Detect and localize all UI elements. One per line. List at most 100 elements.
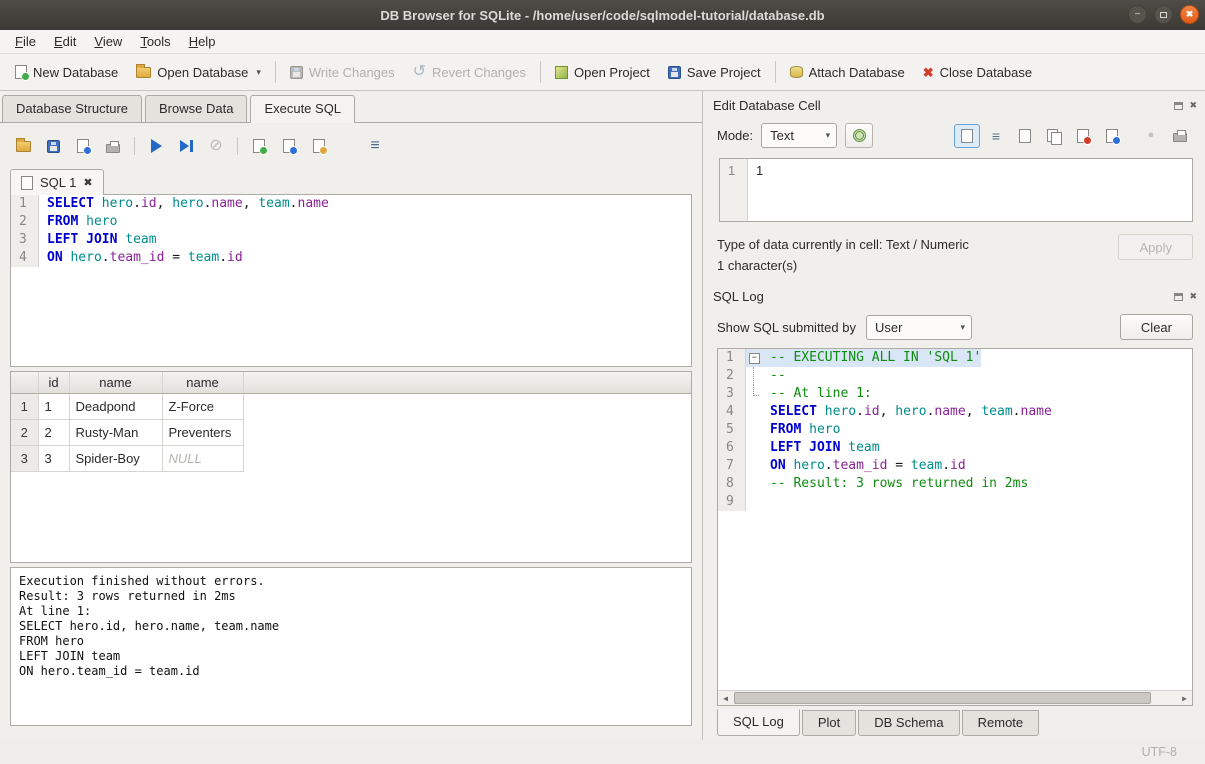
table-cell[interactable]: 1 bbox=[38, 393, 69, 419]
float-panel-icon[interactable] bbox=[1174, 102, 1183, 110]
auto-mode-button[interactable] bbox=[845, 123, 873, 148]
table-cell[interactable]: 2 bbox=[38, 419, 69, 445]
cell-mode-row: Mode: Text ▾ ≡ ● bbox=[703, 117, 1205, 154]
text-mode-button[interactable] bbox=[954, 124, 980, 148]
format-sql-button[interactable]: ≡ bbox=[362, 134, 388, 158]
menu-item-help[interactable]: Help bbox=[180, 31, 225, 52]
find-replace-button[interactable] bbox=[306, 134, 332, 158]
export-cell-button[interactable] bbox=[1070, 124, 1096, 148]
close-panel-icon[interactable]: ✖ bbox=[1189, 101, 1197, 110]
word-wrap-button[interactable]: ≡ bbox=[983, 124, 1009, 148]
edit-cell-dock-title: Edit Database Cell ✖ bbox=[703, 91, 1205, 117]
menu-item-view[interactable]: View bbox=[85, 31, 131, 52]
stop-button: ⊘ bbox=[203, 134, 229, 158]
scrollbar-thumb[interactable] bbox=[734, 692, 1151, 704]
menu-item-edit[interactable]: Edit bbox=[45, 31, 85, 52]
scroll-right-icon[interactable]: ▶ bbox=[1177, 691, 1192, 705]
scrollbar-track[interactable] bbox=[733, 691, 1177, 705]
table-cell[interactable]: NULL bbox=[162, 445, 243, 471]
float-panel-icon[interactable] bbox=[1174, 293, 1183, 301]
tab-db-schema[interactable]: DB Schema bbox=[858, 710, 959, 736]
close-tab-icon[interactable]: ✖ bbox=[83, 176, 92, 189]
print-button[interactable] bbox=[100, 134, 126, 158]
mode-label: Mode: bbox=[717, 128, 753, 143]
set-null-button[interactable]: ● bbox=[1138, 124, 1164, 148]
encoding-indicator[interactable]: UTF-8 bbox=[1142, 745, 1177, 759]
submitted-by-select[interactable]: User ▾ bbox=[866, 315, 972, 340]
sql-editor[interactable]: 1SELECT hero.id, hero.name, team.name2FR… bbox=[10, 194, 692, 367]
open-tab-icon bbox=[253, 139, 265, 153]
column-header-name-2[interactable]: name bbox=[69, 372, 162, 393]
line-number: 7 bbox=[718, 457, 746, 475]
scroll-left-icon[interactable]: ◀ bbox=[718, 691, 733, 705]
tab-browse-data[interactable]: Browse Data bbox=[145, 95, 247, 122]
tab-remote[interactable]: Remote bbox=[962, 710, 1040, 736]
copy-icon bbox=[1019, 129, 1031, 143]
execute-line-button[interactable] bbox=[173, 134, 199, 158]
table-cell[interactable]: Deadpond bbox=[69, 393, 162, 419]
format-sql-icon: ≡ bbox=[370, 138, 379, 154]
toolbar-separator bbox=[540, 61, 541, 83]
minimize-button[interactable]: − bbox=[1128, 5, 1147, 24]
save-sql-as-button[interactable] bbox=[70, 134, 96, 158]
table-row: 33Spider-BoyNULL bbox=[11, 445, 691, 471]
open-tab-button[interactable] bbox=[246, 134, 272, 158]
sql-log-title: SQL Log bbox=[713, 289, 1174, 304]
copy-button[interactable] bbox=[1012, 124, 1038, 148]
tab-execute-sql[interactable]: Execute SQL bbox=[250, 95, 355, 123]
code-line: 1-- EXECUTING ALL IN 'SQL 1' bbox=[718, 349, 1192, 367]
attach-database-button[interactable]: Attach Database bbox=[781, 60, 914, 85]
open-sql-file-button[interactable] bbox=[10, 134, 36, 158]
open-project-button[interactable]: Open Project bbox=[546, 60, 659, 85]
fold-guide bbox=[746, 457, 762, 475]
paste-button[interactable] bbox=[1041, 124, 1067, 148]
tab-plot[interactable]: Plot bbox=[802, 710, 856, 736]
table-cell[interactable]: Z-Force bbox=[162, 393, 243, 419]
import-cell-button[interactable] bbox=[1099, 124, 1125, 148]
gear-icon bbox=[853, 129, 866, 142]
save-results-button[interactable] bbox=[276, 134, 302, 158]
code-text: SELECT hero.id, hero.name, team.name bbox=[762, 403, 1052, 421]
toolbar-separator bbox=[275, 61, 276, 83]
edit-cell-title: Edit Database Cell bbox=[713, 98, 1174, 113]
execution-message: Execution finished without errors. Resul… bbox=[10, 567, 692, 726]
sql-log-lines[interactable]: 1-- EXECUTING ALL IN 'SQL 1'2--3-- At li… bbox=[718, 349, 1192, 690]
mode-select[interactable]: Text ▾ bbox=[761, 123, 837, 148]
chevron-down-icon: ▾ bbox=[256, 67, 261, 78]
row-number: 2 bbox=[11, 419, 38, 445]
code-line: 3LEFT JOIN team bbox=[11, 231, 691, 249]
column-header-id-1[interactable]: id bbox=[38, 372, 69, 393]
table-cell[interactable]: Preventers bbox=[162, 419, 243, 445]
tab-sql-log[interactable]: SQL Log bbox=[717, 709, 800, 736]
cell-content: 1 bbox=[748, 159, 763, 221]
maximize-button[interactable] bbox=[1154, 5, 1173, 24]
save-sql-file-button[interactable] bbox=[40, 134, 66, 158]
sql-tab[interactable]: SQL 1 ✖ bbox=[10, 169, 104, 195]
print-cell-button[interactable] bbox=[1167, 124, 1193, 148]
close-database-label: Close Database bbox=[940, 65, 1033, 80]
table-cell[interactable]: Spider-Boy bbox=[69, 445, 162, 471]
table-cell[interactable]: 3 bbox=[38, 445, 69, 471]
fold-guide bbox=[746, 421, 762, 439]
close-button[interactable]: ✖ bbox=[1180, 5, 1199, 24]
clear-button[interactable]: Clear bbox=[1120, 314, 1193, 340]
close-database-button[interactable]: ✖Close Database bbox=[914, 60, 1041, 85]
menu-item-tools[interactable]: Tools bbox=[131, 31, 179, 52]
open-database-button[interactable]: Open Database▾ bbox=[127, 60, 270, 85]
code-line: 1SELECT hero.id, hero.name, team.name bbox=[11, 195, 691, 213]
menu-item-file[interactable]: File bbox=[6, 31, 45, 52]
left-pane: Database StructureBrowse DataExecute SQL… bbox=[0, 91, 702, 740]
new-database-button[interactable]: New Database bbox=[6, 60, 127, 85]
write-changes-button: Write Changes bbox=[281, 60, 404, 85]
close-panel-icon[interactable]: ✖ bbox=[1189, 292, 1197, 301]
save-project-button[interactable]: Save Project bbox=[659, 60, 770, 85]
column-header-name-3[interactable]: name bbox=[162, 372, 243, 393]
cell-char-count: 1 character(s) bbox=[717, 255, 1118, 276]
table-corner-header bbox=[11, 372, 38, 393]
cell-editor[interactable]: 1 1 bbox=[719, 158, 1193, 222]
execute-all-button[interactable] bbox=[143, 134, 169, 158]
write-changes-icon bbox=[290, 66, 303, 79]
fold-guide bbox=[746, 403, 762, 421]
table-cell[interactable]: Rusty-Man bbox=[69, 419, 162, 445]
tab-database-structure[interactable]: Database Structure bbox=[2, 95, 142, 122]
